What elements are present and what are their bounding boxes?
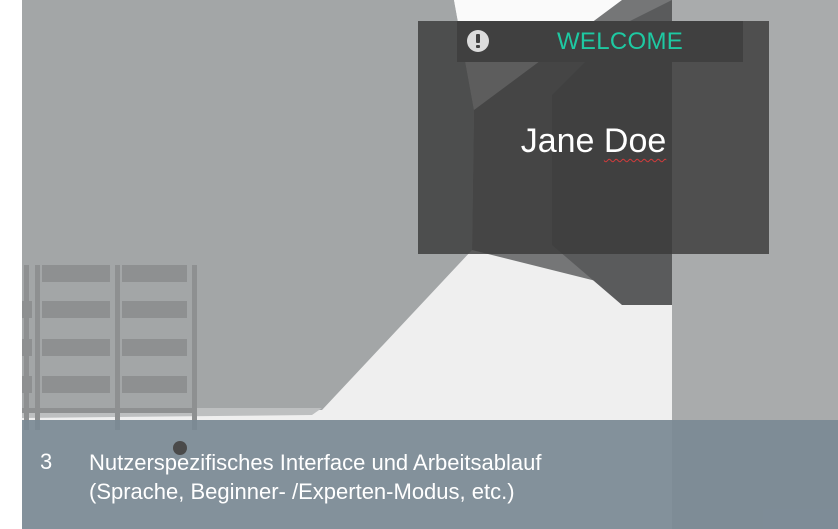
shelf-board	[122, 265, 187, 282]
drag-handle-dot[interactable]	[173, 441, 187, 455]
welcome-label: WELCOME	[556, 28, 684, 55]
shelf-base	[22, 408, 197, 413]
shelf-board	[122, 301, 187, 318]
exclamation-circle-icon[interactable]	[467, 30, 489, 52]
user-first-name: Jane	[520, 122, 595, 160]
shelf-board	[42, 301, 110, 318]
slide-stage: WELCOME Jane Doe 3 Nutzerspezifisches In…	[0, 0, 838, 529]
caption-number: 3	[40, 449, 53, 474]
shelf-board	[22, 339, 32, 356]
shelf-board	[22, 301, 32, 318]
welcome-panel: WELCOME Jane Doe	[418, 21, 769, 254]
shelf-board	[42, 376, 110, 393]
caption-text: Nutzerspezifisches Interface und Arbeits…	[89, 448, 541, 506]
shelf-post	[35, 265, 40, 430]
caption-line-2: (Sprache, Beginner- /Experten-Modus, etc…	[89, 479, 515, 504]
shelf-board	[122, 339, 187, 356]
welcome-header: WELCOME	[457, 21, 743, 62]
shelf-post	[192, 265, 197, 430]
shelf-board	[122, 376, 187, 393]
shelf-board	[42, 339, 110, 356]
shelf-board	[42, 265, 110, 282]
shelf-post	[115, 265, 120, 430]
user-last-name: Doe	[603, 122, 667, 160]
shelf-board	[22, 376, 32, 393]
caption-bar: 3 Nutzerspezifisches Interface und Arbei…	[22, 420, 838, 529]
user-name: Jane Doe	[418, 120, 769, 162]
caption-line-1: Nutzerspezifisches Interface und Arbeits…	[89, 450, 542, 475]
